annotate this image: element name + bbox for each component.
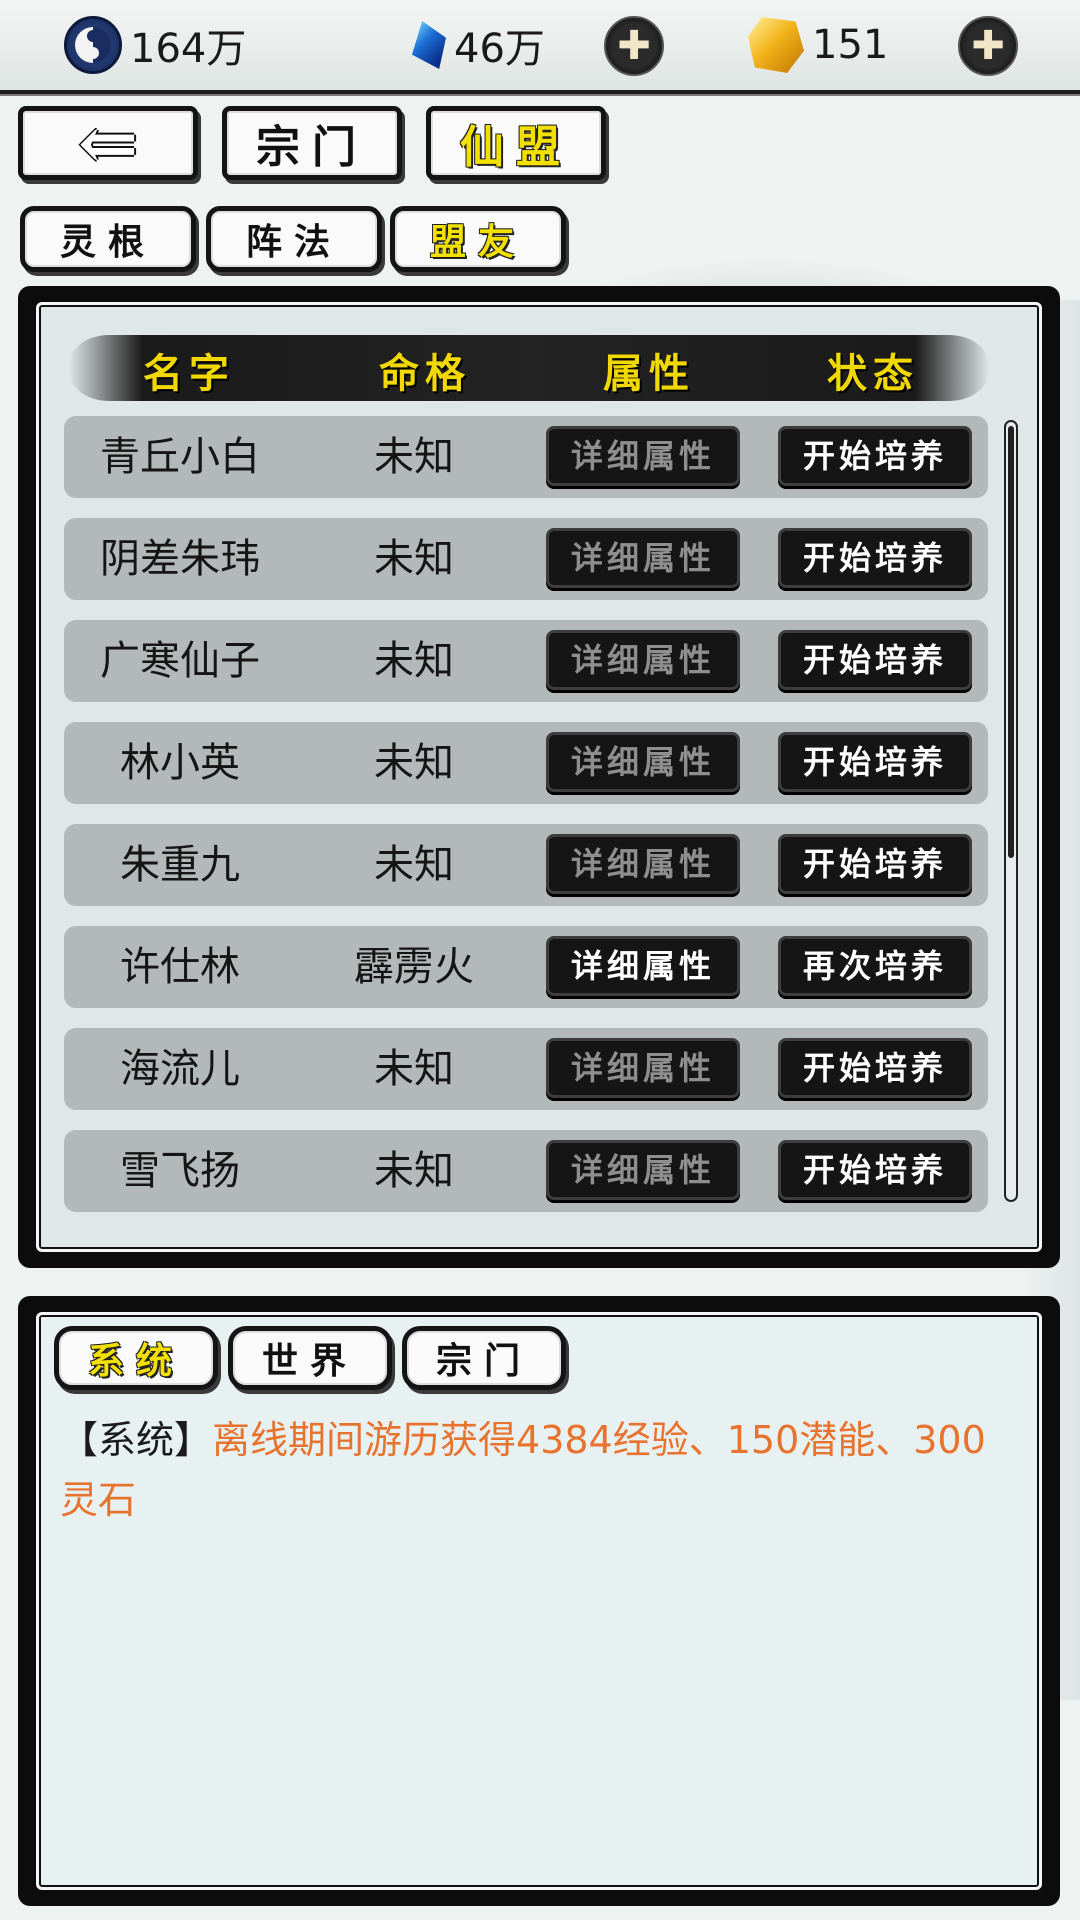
ally-name: 海流儿 xyxy=(120,1046,240,1092)
chat-tab-sect[interactable]: 宗门 xyxy=(402,1326,566,1390)
table-row: 青丘小白 未知 详细属性 开始培养 xyxy=(64,416,988,498)
gold-value: 151 xyxy=(812,22,889,68)
add-gem-button[interactable]: ✚ xyxy=(604,16,664,76)
ally-name: 青丘小白 xyxy=(100,434,260,480)
list-scrollbar[interactable] xyxy=(1004,420,1018,1202)
subtab-spirit-root[interactable]: 灵根 xyxy=(20,206,196,272)
ally-fate: 未知 xyxy=(374,740,454,786)
header-fate: 命格 xyxy=(379,350,471,397)
back-arrow-icon: ⇐ xyxy=(77,100,139,185)
gold-ingot-icon xyxy=(748,17,804,73)
table-row: 阴差朱玮 未知 详细属性 开始培养 xyxy=(64,518,988,600)
add-gold-button[interactable]: ✚ xyxy=(958,16,1018,76)
train-button[interactable]: 开始培养 xyxy=(778,630,972,690)
ally-fate: 霹雳火 xyxy=(354,944,474,990)
train-button[interactable]: 开始培养 xyxy=(778,1140,972,1200)
train-button[interactable]: 开始培养 xyxy=(778,1038,972,1098)
table-row: 朱重九 未知 详细属性 开始培养 xyxy=(64,824,988,906)
ally-fate: 未知 xyxy=(374,638,454,684)
train-button[interactable]: 开始培养 xyxy=(778,426,972,486)
chat-panel-inner xyxy=(36,1312,1042,1890)
subtab-allies-label: 盟友 xyxy=(429,221,526,263)
ally-name: 林小英 xyxy=(120,740,240,786)
ally-fate: 未知 xyxy=(374,434,454,480)
ally-name: 许仕林 xyxy=(120,944,240,990)
ally-name: 阴差朱玮 xyxy=(100,536,260,582)
table-row: 许仕林 霹雳火 详细属性 再次培养 xyxy=(64,926,988,1008)
gold-resource: 151 xyxy=(748,14,888,76)
subtab-spirit-root-label: 灵根 xyxy=(59,221,156,263)
chat-tab-sect-label: 宗门 xyxy=(435,1340,532,1382)
plus-icon: ✚ xyxy=(617,23,651,69)
gem-value: 46万 xyxy=(454,26,545,72)
header-attribute: 属性 xyxy=(603,350,695,397)
ally-name: 雪飞扬 xyxy=(120,1148,240,1194)
header-status: 状态 xyxy=(827,350,919,397)
train-button[interactable]: 开始培养 xyxy=(778,528,972,588)
ally-fate: 未知 xyxy=(374,842,454,888)
ally-fate: 未知 xyxy=(374,1046,454,1092)
table-row: 广寒仙子 未知 详细属性 开始培养 xyxy=(64,620,988,702)
detail-button[interactable]: 详细属性 xyxy=(546,528,740,588)
ally-fate: 未知 xyxy=(374,536,454,582)
retrain-button[interactable]: 再次培养 xyxy=(778,936,972,996)
tab-alliance[interactable]: 仙盟 xyxy=(426,106,606,180)
table-row: 雪飞扬 未知 详细属性 开始培养 xyxy=(64,1130,988,1212)
yinyang-icon xyxy=(64,16,122,74)
tab-alliance-label: 仙盟 xyxy=(460,122,572,173)
detail-button[interactable]: 详细属性 xyxy=(546,834,740,894)
ally-name: 广寒仙子 xyxy=(100,638,260,684)
subtab-formation-label: 阵法 xyxy=(245,221,342,263)
tab-sect-label: 宗门 xyxy=(256,122,368,173)
chat-tab-system-label: 系统 xyxy=(87,1340,184,1382)
scrollbar-thumb[interactable] xyxy=(1008,426,1014,858)
train-button[interactable]: 开始培养 xyxy=(778,834,972,894)
yinyang-resource: 164万 xyxy=(64,14,246,76)
chat-tab-world[interactable]: 世界 xyxy=(228,1326,392,1390)
chat-tab-world-label: 世界 xyxy=(261,1340,358,1382)
detail-button[interactable]: 详细属性 xyxy=(546,732,740,792)
plus-icon: ✚ xyxy=(971,23,1005,69)
chat-message-prefix: 【系统】 xyxy=(60,1418,213,1462)
gem-resource: 46万 xyxy=(412,14,545,76)
blue-gem-icon xyxy=(412,21,446,69)
back-button[interactable]: ⇐ xyxy=(18,106,198,180)
table-row: 海流儿 未知 详细属性 开始培养 xyxy=(64,1028,988,1110)
resource-bar: 164万 46万 ✚ 151 ✚ xyxy=(0,0,1080,94)
tab-sect[interactable]: 宗门 xyxy=(222,106,402,180)
header-name: 名字 xyxy=(143,350,235,397)
train-button[interactable]: 开始培养 xyxy=(778,732,972,792)
subtab-allies[interactable]: 盟友 xyxy=(390,206,566,272)
chat-message: 【系统】离线期间游历获得4384经验、150潜能、300灵石 xyxy=(60,1410,990,1530)
detail-button[interactable]: 详细属性 xyxy=(546,1140,740,1200)
detail-button[interactable]: 详细属性 xyxy=(546,630,740,690)
yinyang-value: 164万 xyxy=(130,26,247,72)
detail-button[interactable]: 详细属性 xyxy=(546,936,740,996)
detail-button[interactable]: 详细属性 xyxy=(546,1038,740,1098)
detail-button[interactable]: 详细属性 xyxy=(546,426,740,486)
subtab-formation[interactable]: 阵法 xyxy=(206,206,382,272)
ally-fate: 未知 xyxy=(374,1148,454,1194)
table-row: 林小英 未知 详细属性 开始培养 xyxy=(64,722,988,804)
chat-tab-system[interactable]: 系统 xyxy=(54,1326,218,1390)
ally-name: 朱重九 xyxy=(120,842,240,888)
